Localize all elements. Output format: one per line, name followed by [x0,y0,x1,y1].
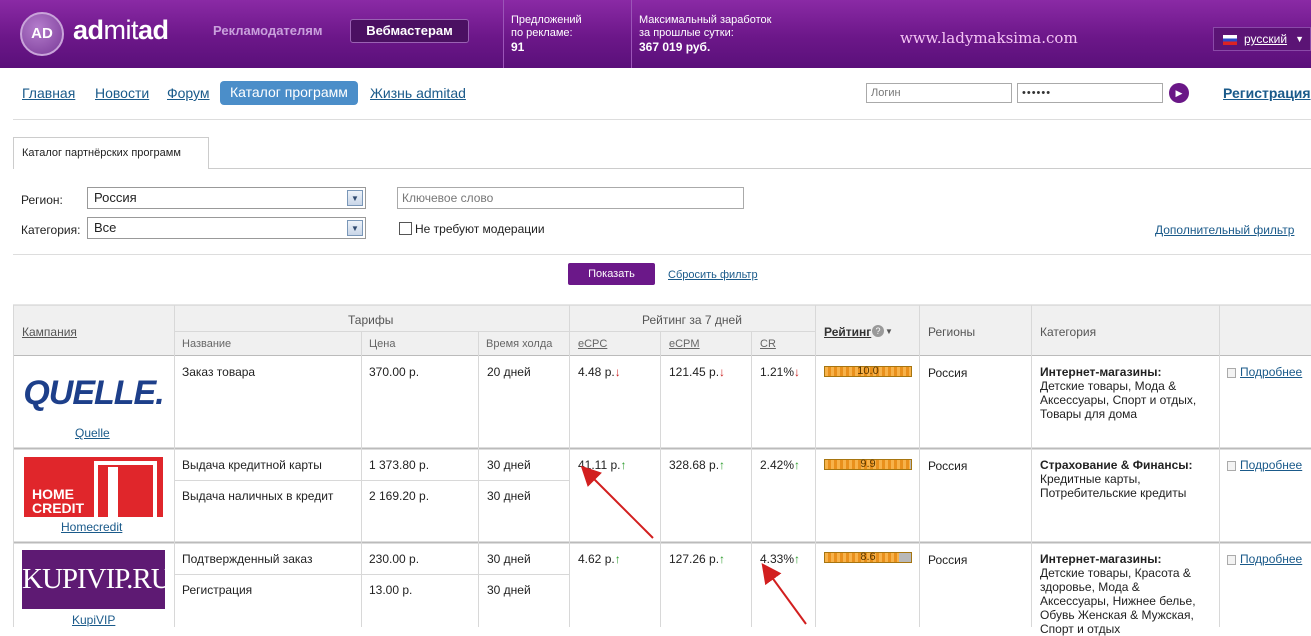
annotation-arrows [580,465,807,625]
annotation-arrow [761,563,807,625]
annotation-arrow [580,465,654,539]
